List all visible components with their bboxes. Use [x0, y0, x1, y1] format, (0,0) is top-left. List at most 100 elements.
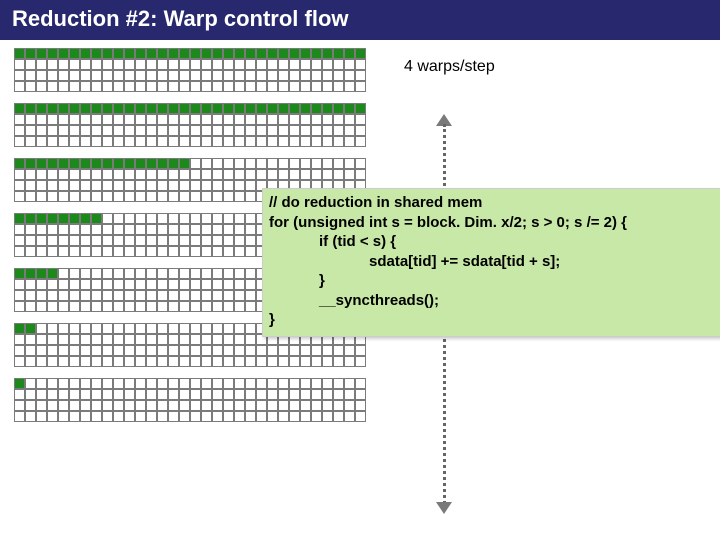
inactive-thread-cell: [102, 345, 113, 356]
inactive-thread-cell: [234, 235, 245, 246]
inactive-thread-cell: [58, 301, 69, 312]
inactive-thread-cell: [245, 411, 256, 422]
inactive-thread-cell: [14, 345, 25, 356]
inactive-thread-cell: [135, 59, 146, 70]
inactive-thread-cell: [245, 125, 256, 136]
inactive-thread-cell: [355, 81, 366, 92]
inactive-thread-cell: [223, 323, 234, 334]
active-thread-cell: [47, 213, 58, 224]
inactive-thread-cell: [201, 213, 212, 224]
inactive-thread-cell: [256, 158, 267, 169]
inactive-thread-cell: [311, 158, 322, 169]
thread-row: [14, 70, 720, 81]
inactive-thread-cell: [102, 180, 113, 191]
inactive-thread-cell: [344, 125, 355, 136]
inactive-thread-cell: [245, 158, 256, 169]
inactive-thread-cell: [212, 279, 223, 290]
inactive-thread-cell: [135, 224, 146, 235]
inactive-thread-cell: [234, 334, 245, 345]
inactive-thread-cell: [245, 323, 256, 334]
inactive-thread-cell: [157, 356, 168, 367]
inactive-thread-cell: [311, 378, 322, 389]
inactive-thread-cell: [168, 246, 179, 257]
inactive-thread-cell: [25, 114, 36, 125]
inactive-thread-cell: [190, 125, 201, 136]
inactive-thread-cell: [289, 70, 300, 81]
inactive-thread-cell: [300, 411, 311, 422]
inactive-thread-cell: [300, 158, 311, 169]
inactive-thread-cell: [157, 290, 168, 301]
inactive-thread-cell: [157, 125, 168, 136]
inactive-thread-cell: [146, 213, 157, 224]
inactive-thread-cell: [157, 378, 168, 389]
active-thread-cell: [333, 103, 344, 114]
inactive-thread-cell: [245, 301, 256, 312]
inactive-thread-cell: [223, 125, 234, 136]
inactive-thread-cell: [69, 180, 80, 191]
inactive-thread-cell: [146, 70, 157, 81]
active-thread-cell: [289, 103, 300, 114]
inactive-thread-cell: [58, 345, 69, 356]
thread-row: [14, 48, 720, 59]
inactive-thread-cell: [223, 279, 234, 290]
inactive-thread-cell: [333, 136, 344, 147]
inactive-thread-cell: [201, 279, 212, 290]
inactive-thread-cell: [80, 290, 91, 301]
inactive-thread-cell: [322, 70, 333, 81]
inactive-thread-cell: [36, 191, 47, 202]
inactive-thread-cell: [113, 224, 124, 235]
inactive-thread-cell: [234, 224, 245, 235]
inactive-thread-cell: [201, 70, 212, 81]
inactive-thread-cell: [58, 356, 69, 367]
inactive-thread-cell: [201, 400, 212, 411]
inactive-thread-cell: [201, 345, 212, 356]
inactive-thread-cell: [91, 290, 102, 301]
active-thread-cell: [278, 48, 289, 59]
inactive-thread-cell: [256, 411, 267, 422]
inactive-thread-cell: [124, 411, 135, 422]
inactive-thread-cell: [102, 290, 113, 301]
inactive-thread-cell: [36, 235, 47, 246]
inactive-thread-cell: [267, 345, 278, 356]
inactive-thread-cell: [168, 356, 179, 367]
inactive-thread-cell: [91, 180, 102, 191]
active-thread-cell: [47, 268, 58, 279]
active-thread-cell: [344, 48, 355, 59]
inactive-thread-cell: [168, 70, 179, 81]
code-line: __syncthreads();: [269, 291, 719, 311]
inactive-thread-cell: [102, 246, 113, 257]
inactive-thread-cell: [124, 169, 135, 180]
inactive-thread-cell: [135, 279, 146, 290]
inactive-thread-cell: [124, 246, 135, 257]
active-thread-cell: [69, 213, 80, 224]
inactive-thread-cell: [124, 389, 135, 400]
active-thread-cell: [322, 48, 333, 59]
inactive-thread-cell: [80, 378, 91, 389]
inactive-thread-cell: [267, 70, 278, 81]
inactive-thread-cell: [58, 59, 69, 70]
inactive-thread-cell: [168, 235, 179, 246]
inactive-thread-cell: [113, 290, 124, 301]
inactive-thread-cell: [179, 180, 190, 191]
inactive-thread-cell: [91, 136, 102, 147]
inactive-thread-cell: [36, 356, 47, 367]
active-thread-cell: [36, 213, 47, 224]
inactive-thread-cell: [124, 136, 135, 147]
inactive-thread-cell: [146, 279, 157, 290]
inactive-thread-cell: [102, 356, 113, 367]
inactive-thread-cell: [190, 378, 201, 389]
active-thread-cell: [201, 48, 212, 59]
inactive-thread-cell: [179, 279, 190, 290]
inactive-thread-cell: [157, 191, 168, 202]
inactive-thread-cell: [113, 59, 124, 70]
inactive-thread-cell: [47, 235, 58, 246]
inactive-thread-cell: [245, 70, 256, 81]
inactive-thread-cell: [69, 136, 80, 147]
inactive-thread-cell: [157, 268, 168, 279]
inactive-thread-cell: [201, 323, 212, 334]
inactive-thread-cell: [14, 400, 25, 411]
thread-row: [14, 158, 720, 169]
code-line: if (tid < s) {: [269, 232, 719, 252]
inactive-thread-cell: [234, 411, 245, 422]
inactive-thread-cell: [355, 400, 366, 411]
